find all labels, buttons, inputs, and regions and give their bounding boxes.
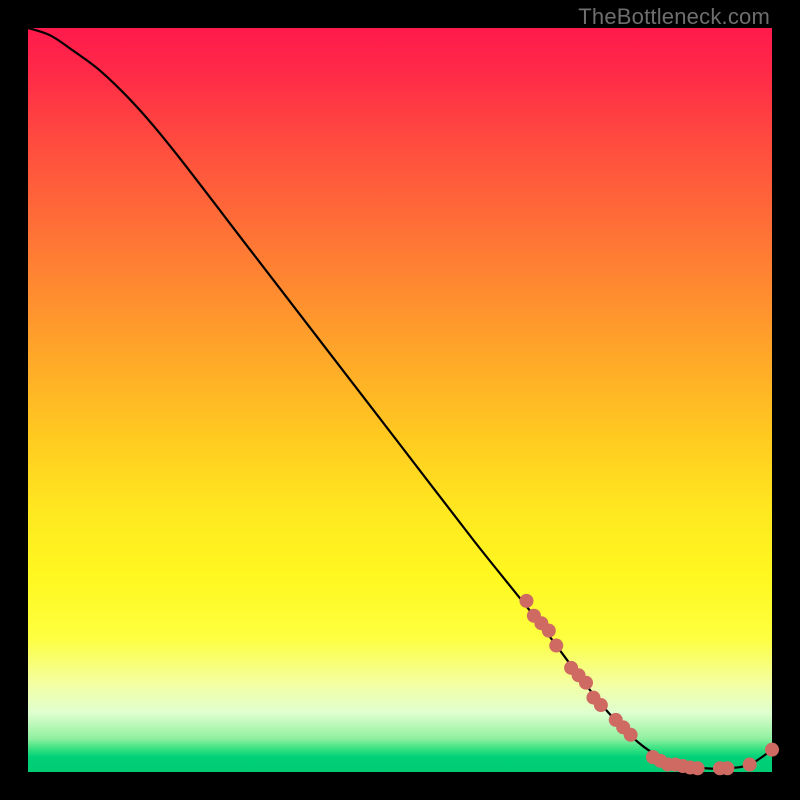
- chart-frame: TheBottleneck.com: [0, 0, 800, 800]
- bottleneck-curve: [28, 28, 772, 769]
- curve-svg: [28, 28, 772, 772]
- data-dot: [720, 761, 734, 775]
- data-dot: [579, 676, 593, 690]
- data-dot: [594, 698, 608, 712]
- plot-area: [28, 28, 772, 772]
- data-dot: [519, 594, 533, 608]
- watermark-text: TheBottleneck.com: [578, 4, 770, 30]
- data-dot: [765, 743, 779, 757]
- data-dot: [542, 624, 556, 638]
- data-dot: [624, 728, 638, 742]
- data-dot: [743, 758, 757, 772]
- data-dot: [549, 639, 563, 653]
- data-dot: [691, 761, 705, 775]
- data-dots: [519, 594, 779, 775]
